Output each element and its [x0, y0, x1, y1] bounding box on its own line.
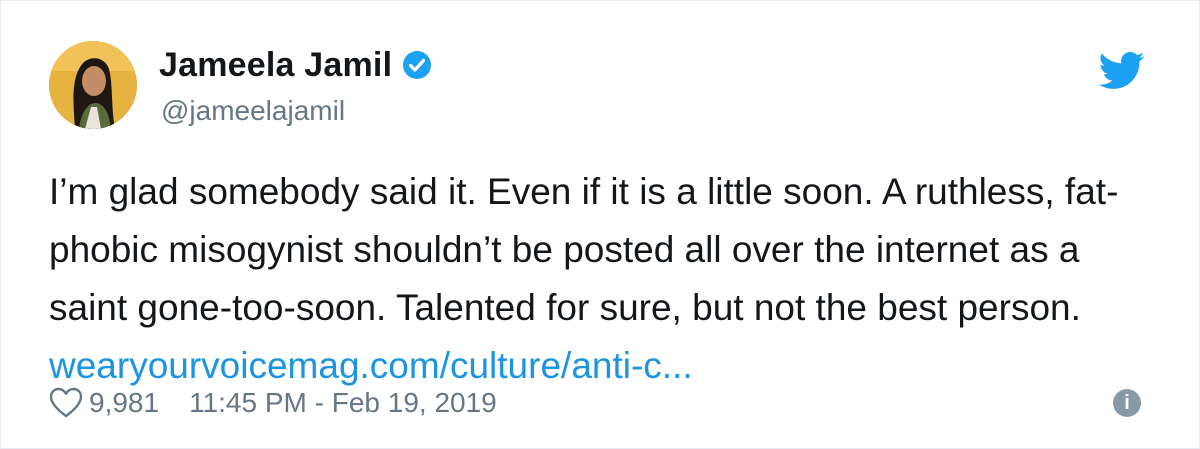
author-name-row[interactable]: Jameela Jamil [159, 43, 432, 87]
author-handle[interactable]: @jameelajamil [161, 95, 345, 127]
tweet-card: Jameela Jamil @jameelajamil I’m glad som… [0, 0, 1200, 449]
avatar-image [49, 41, 137, 129]
tweet-link[interactable]: wearyourvoicemag.com/culture/anti-c... [49, 345, 693, 386]
heart-icon[interactable] [49, 387, 83, 419]
display-name[interactable]: Jameela Jamil [159, 46, 392, 85]
tweet-text: I’m glad somebody said it. Even if it is… [49, 171, 1119, 328]
like-count[interactable]: 9,981 [89, 387, 159, 419]
verified-badge-icon [402, 50, 432, 80]
tweet-footer: 9,981 11:45 PM - Feb 19, 2019 i [49, 383, 1149, 423]
tweet-text-block: I’m glad somebody said it. Even if it is… [49, 163, 1159, 395]
info-icon[interactable]: i [1113, 389, 1141, 417]
tweet-timestamp[interactable]: 11:45 PM - Feb 19, 2019 [189, 387, 497, 419]
twitter-bird-icon[interactable] [1099, 51, 1145, 91]
avatar[interactable] [49, 41, 137, 129]
